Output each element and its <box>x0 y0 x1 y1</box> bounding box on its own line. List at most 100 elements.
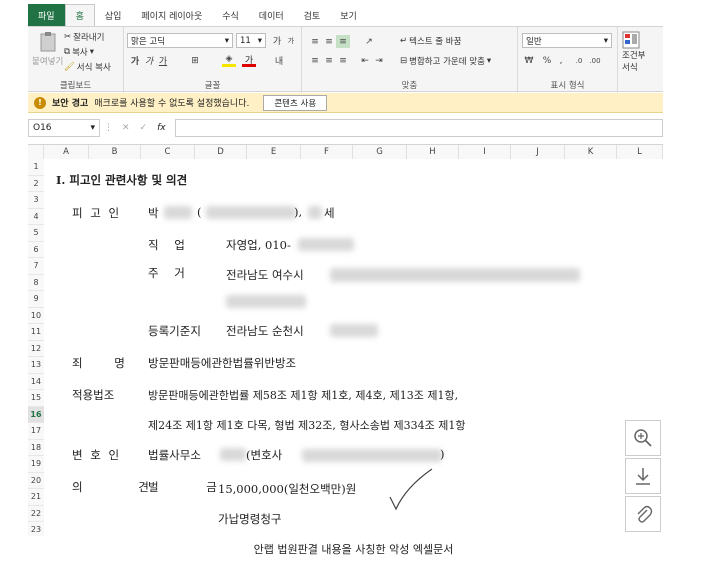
decrease-decimal-icon: .00 <box>589 56 601 65</box>
column-header[interactable]: A <box>44 145 89 159</box>
chevron-down-icon: ▾ <box>90 123 95 133</box>
enter-icon[interactable]: ✓ <box>140 123 148 133</box>
enable-content-button[interactable]: 콘텐츠 사용 <box>263 94 328 111</box>
format-painter-button[interactable]: 🖌 서식 복사 <box>64 61 111 73</box>
increase-indent-button[interactable]: ⇥ <box>372 54 386 67</box>
row-header[interactable]: 12 <box>28 340 44 357</box>
column-header[interactable]: I <box>459 145 511 159</box>
currency-button[interactable]: ₩ <box>522 54 536 67</box>
row-header[interactable]: 16 <box>28 406 44 423</box>
conditional-format-label: 조건부 <box>622 51 646 61</box>
law-line-1: 방문판매등에관한법률 제58조 제1항 제1호, 제4호, 제13조 제1항, <box>148 389 459 402</box>
align-bottom-button[interactable]: ≡ <box>336 35 350 48</box>
shrink-font-button[interactable]: 가 <box>284 34 298 47</box>
grow-font-button[interactable]: 가 <box>270 34 284 47</box>
row-header[interactable]: 17 <box>28 423 44 440</box>
column-header[interactable]: E <box>247 145 301 159</box>
phonetic-button[interactable]: 내 <box>272 54 286 67</box>
row-header[interactable]: 19 <box>28 456 44 473</box>
tab-page-layout[interactable]: 페이지 레이아웃 <box>131 4 212 26</box>
borders-button[interactable]: ⊞ <box>188 54 202 67</box>
row-header[interactable]: 10 <box>28 307 44 324</box>
row-header[interactable]: 15 <box>28 390 44 407</box>
row-header[interactable]: 7 <box>28 258 44 275</box>
row-header[interactable]: 21 <box>28 489 44 506</box>
copy-button[interactable]: ⧉ 복사 ▾ <box>64 46 94 58</box>
percent-button[interactable]: % <box>540 54 554 67</box>
lawyer-suffix: (변호사 <box>246 448 283 462</box>
increase-decimal-button[interactable]: .0 <box>572 54 586 67</box>
row-header[interactable]: 18 <box>28 439 44 456</box>
formula-input[interactable] <box>174 119 663 137</box>
row-header[interactable]: 5 <box>28 225 44 242</box>
comma-button[interactable]: , <box>554 54 568 67</box>
font-color-button[interactable]: 가 <box>242 54 256 67</box>
orientation-button[interactable]: ↗ <box>362 35 376 48</box>
row-header[interactable]: 20 <box>28 472 44 489</box>
number-format-select[interactable]: 일반 ▾ <box>522 33 612 48</box>
zoom-in-button[interactable] <box>625 420 661 456</box>
column-header[interactable]: L <box>617 145 663 159</box>
italic-button[interactable]: 가 <box>142 54 156 67</box>
row-header[interactable]: 3 <box>28 192 44 209</box>
number-group-label: 표시 형식 <box>550 81 585 91</box>
row-header[interactable]: 11 <box>28 324 44 341</box>
align-center-button[interactable]: ≡ <box>322 54 336 67</box>
column-header[interactable]: K <box>565 145 617 159</box>
tab-data[interactable]: 데이터 <box>249 4 294 26</box>
decrease-indent-button[interactable]: ⇤ <box>358 54 372 67</box>
fill-bucket-icon: ◈ <box>225 54 233 64</box>
increase-indent-icon: ⇥ <box>375 55 383 66</box>
conditional-format-button[interactable]: 조건부 서식 <box>622 31 645 73</box>
row-header[interactable]: 13 <box>28 357 44 374</box>
tab-formulas[interactable]: 수식 <box>212 4 249 26</box>
wrap-text-button[interactable]: ↵ 텍스트 줄 바꿈 <box>400 35 461 47</box>
percent-icon: % <box>542 55 552 66</box>
bold-button[interactable]: 가 <box>128 54 142 67</box>
merge-center-button[interactable]: ⊟ 병합하고 가운데 맞춤 ▾ <box>400 55 491 67</box>
row-header[interactable]: 9 <box>28 291 44 308</box>
row-header[interactable]: 14 <box>28 373 44 390</box>
column-header[interactable]: B <box>89 145 141 159</box>
column-header[interactable]: G <box>353 145 407 159</box>
align-middle-button[interactable]: ≡ <box>322 35 336 48</box>
merge-center-label: 병합하고 가운데 맞춤 <box>409 57 485 67</box>
function-icon[interactable]: fx <box>157 123 166 133</box>
row-header[interactable]: 4 <box>28 208 44 225</box>
column-header[interactable]: F <box>301 145 353 159</box>
row-header[interactable]: 22 <box>28 505 44 522</box>
tab-view[interactable]: 보기 <box>330 4 367 26</box>
fill-color-button[interactable]: ◈ <box>222 54 236 67</box>
cut-label: 잘라내기 <box>73 33 105 43</box>
tab-insert[interactable]: 삽입 <box>95 4 132 26</box>
align-right-button[interactable]: ≡ <box>336 54 350 67</box>
column-header[interactable]: H <box>407 145 459 159</box>
chevron-down-icon: ▾ <box>486 56 492 66</box>
attach-button[interactable] <box>625 496 661 532</box>
lawyer-value: 법률사무소 <box>148 448 201 462</box>
tab-review[interactable]: 검토 <box>294 4 331 26</box>
column-header[interactable]: D <box>195 145 247 159</box>
row-header[interactable]: 23 <box>28 522 44 536</box>
paste-button[interactable]: 붙여넣기 <box>32 31 63 67</box>
name-box[interactable]: O16 ▾ <box>28 119 100 137</box>
font-size-select[interactable]: 11 ▾ <box>236 33 266 48</box>
column-header[interactable]: J <box>511 145 565 159</box>
align-left-button[interactable]: ≡ <box>308 54 322 67</box>
decrease-decimal-button[interactable]: .00 <box>588 54 602 67</box>
worksheet[interactable]: A B C D E F G H I J K L 1 2 3 4 5 6 7 8 9 10 11 12 1… <box>28 144 663 536</box>
row-header[interactable]: 2 <box>28 175 44 192</box>
row-header[interactable]: 8 <box>28 274 44 291</box>
align-top-button[interactable]: ≡ <box>308 35 322 48</box>
tab-home[interactable]: 홈 <box>64 4 95 26</box>
cut-button[interactable]: ✂ 잘라내기 <box>64 31 104 43</box>
download-button[interactable] <box>625 458 661 494</box>
select-all-corner[interactable] <box>28 145 44 159</box>
row-header[interactable]: 1 <box>28 159 44 176</box>
underline-button[interactable]: 가 <box>156 54 170 67</box>
row-header[interactable]: 6 <box>28 241 44 258</box>
tab-file[interactable]: 파일 <box>28 4 65 26</box>
column-header[interactable]: C <box>141 145 195 159</box>
cancel-icon[interactable]: ✕ <box>122 123 130 133</box>
font-name-select[interactable]: 맑은 고딕 ▾ <box>127 33 233 48</box>
